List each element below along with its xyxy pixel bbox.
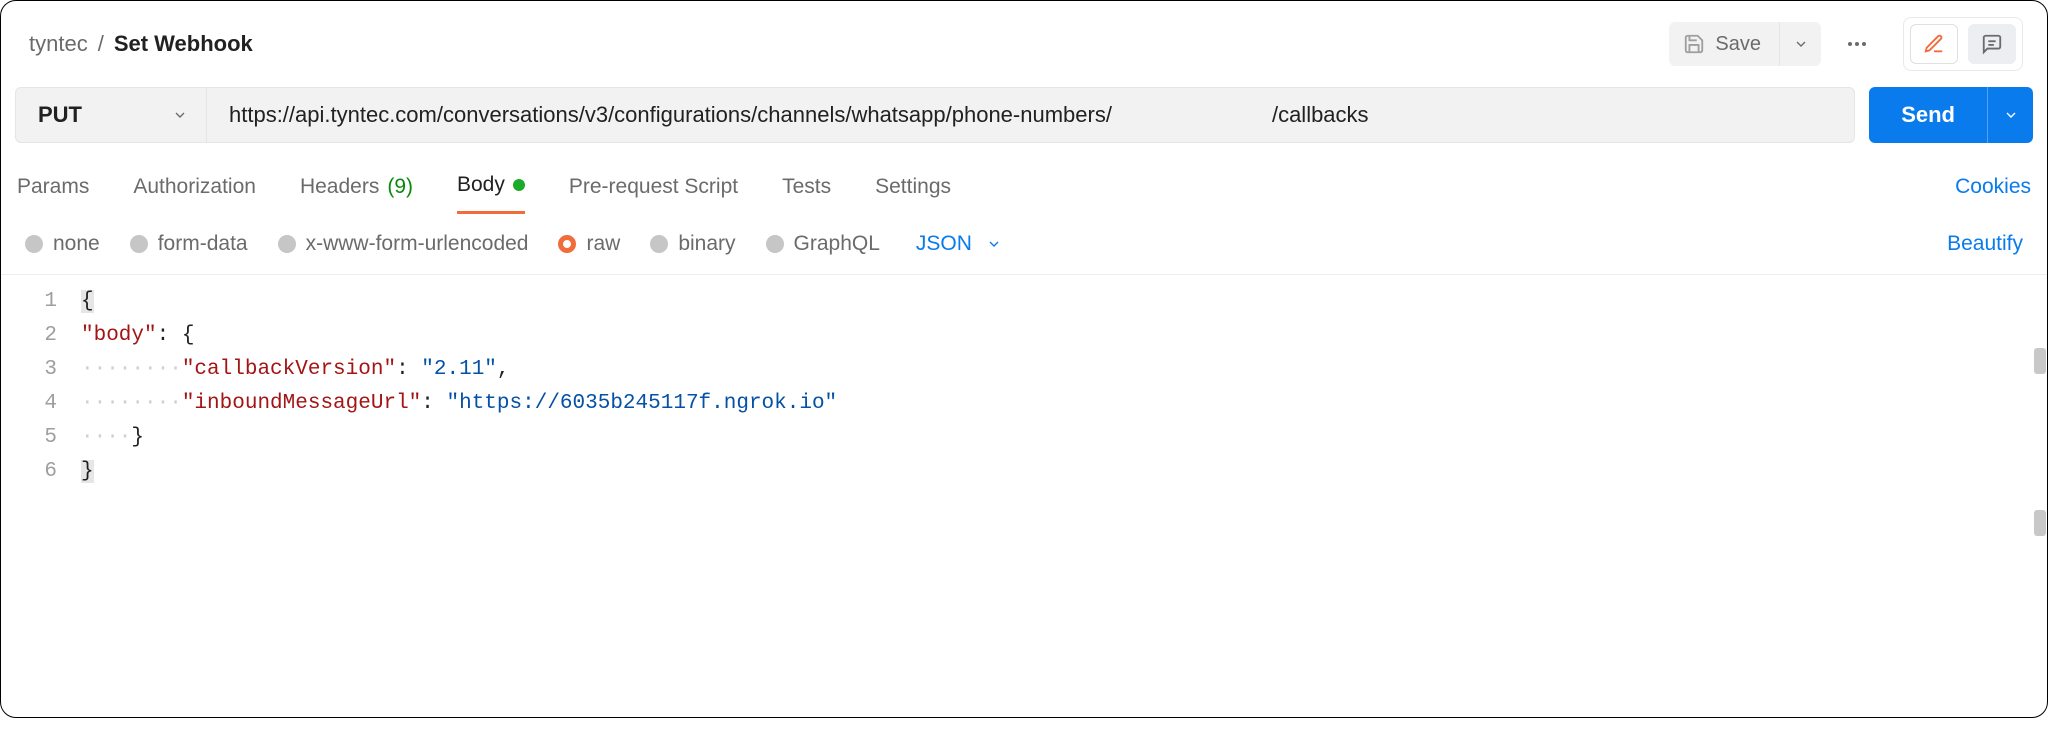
code-token: "https://6035b245117f.ngrok.io" bbox=[447, 392, 838, 415]
radio-icon bbox=[278, 235, 296, 253]
dots-horizontal-icon bbox=[1845, 32, 1869, 56]
scrollbar-thumb[interactable] bbox=[2034, 510, 2046, 536]
tab-authorization[interactable]: Authorization bbox=[133, 175, 256, 213]
editor-scrollbar[interactable] bbox=[2034, 330, 2046, 730]
url-part-right: /callbacks bbox=[1272, 102, 1369, 128]
radio-icon bbox=[130, 235, 148, 253]
code-token: { bbox=[81, 290, 94, 313]
tab-settings[interactable]: Settings bbox=[875, 175, 951, 213]
radio-icon bbox=[558, 235, 576, 253]
comment-icon bbox=[1981, 33, 2003, 55]
url-part-left: https://api.tyntec.com/conversations/v3/… bbox=[229, 102, 1112, 128]
line-number: 5 bbox=[1, 421, 57, 455]
line-number: 2 bbox=[1, 319, 57, 353]
line-number: 4 bbox=[1, 387, 57, 421]
code-token: "inboundMessageUrl" bbox=[182, 392, 421, 415]
scrollbar-thumb[interactable] bbox=[2034, 348, 2046, 374]
code-token: , bbox=[497, 358, 510, 381]
save-dropdown[interactable] bbox=[1779, 22, 1821, 66]
code-token: : bbox=[396, 358, 421, 381]
code-token: } bbox=[131, 426, 144, 449]
body-type-binary[interactable]: binary bbox=[650, 232, 735, 256]
body-type-label: none bbox=[53, 232, 100, 256]
pencil-icon bbox=[1923, 33, 1945, 55]
send-dropdown[interactable] bbox=[1987, 87, 2033, 143]
body-type-label: form-data bbox=[158, 232, 248, 256]
tab-prerequest[interactable]: Pre-request Script bbox=[569, 175, 738, 213]
body-type-none[interactable]: none bbox=[25, 232, 100, 256]
http-method-select[interactable]: PUT bbox=[16, 88, 207, 142]
indent-guide: ········ bbox=[81, 392, 182, 415]
body-type-label: binary bbox=[678, 232, 735, 256]
breadcrumb-current[interactable]: Set Webhook bbox=[114, 31, 253, 57]
save-button[interactable]: Save bbox=[1669, 22, 1779, 66]
body-format-select[interactable]: JSON bbox=[916, 232, 1002, 256]
line-number: 3 bbox=[1, 353, 57, 387]
comment-button[interactable] bbox=[1968, 24, 2016, 64]
tab-body[interactable]: Body bbox=[457, 173, 525, 214]
body-type-label: GraphQL bbox=[794, 232, 880, 256]
line-gutter: 1 2 3 4 5 6 bbox=[1, 285, 81, 489]
more-actions-button[interactable] bbox=[1835, 22, 1879, 66]
breadcrumb: tyntec / Set Webhook bbox=[29, 31, 253, 57]
radio-icon bbox=[766, 235, 784, 253]
tab-headers[interactable]: Headers (9) bbox=[300, 175, 413, 213]
code-token: "callbackVersion" bbox=[182, 358, 396, 381]
chevron-down-icon bbox=[986, 236, 1002, 252]
body-type-urlencoded[interactable]: x-www-form-urlencoded bbox=[278, 232, 529, 256]
edit-button[interactable] bbox=[1910, 24, 1958, 64]
radio-icon bbox=[25, 235, 43, 253]
beautify-button[interactable]: Beautify bbox=[1947, 232, 2023, 256]
code-content[interactable]: { "body": { ········"callbackVersion": "2.… bbox=[81, 285, 2047, 489]
code-token: : bbox=[421, 392, 446, 415]
headers-count: (9) bbox=[387, 175, 413, 199]
breadcrumb-workspace[interactable]: tyntec bbox=[29, 31, 88, 57]
body-type-formdata[interactable]: form-data bbox=[130, 232, 248, 256]
code-token: "2.11" bbox=[421, 358, 497, 381]
cookies-link[interactable]: Cookies bbox=[1955, 175, 2031, 213]
body-format-value: JSON bbox=[916, 232, 972, 256]
tab-tests[interactable]: Tests bbox=[782, 175, 831, 213]
url-input[interactable]: https://api.tyntec.com/conversations/v3/… bbox=[207, 88, 1854, 142]
indent-guide: ········ bbox=[81, 358, 182, 381]
body-modified-indicator bbox=[513, 179, 525, 191]
save-label: Save bbox=[1715, 33, 1761, 56]
tab-headers-label: Headers bbox=[300, 175, 379, 199]
body-type-raw[interactable]: raw bbox=[558, 232, 620, 256]
radio-icon bbox=[650, 235, 668, 253]
line-number: 1 bbox=[1, 285, 57, 319]
code-token: "body" bbox=[81, 324, 157, 347]
code-token: : { bbox=[157, 324, 195, 347]
indent-guide: ···· bbox=[81, 426, 131, 449]
chevron-down-icon bbox=[2003, 107, 2019, 123]
line-number: 6 bbox=[1, 455, 57, 489]
body-type-label: raw bbox=[586, 232, 620, 256]
tab-body-label: Body bbox=[457, 173, 505, 197]
save-icon bbox=[1683, 33, 1705, 55]
breadcrumb-sep: / bbox=[98, 31, 104, 57]
chevron-down-icon bbox=[1793, 36, 1809, 52]
send-button[interactable]: Send bbox=[1869, 87, 1987, 143]
body-type-graphql[interactable]: GraphQL bbox=[766, 232, 880, 256]
code-token: } bbox=[81, 460, 94, 483]
tab-params[interactable]: Params bbox=[17, 175, 89, 213]
body-type-label: x-www-form-urlencoded bbox=[306, 232, 529, 256]
http-method-value: PUT bbox=[38, 102, 82, 128]
chevron-down-icon bbox=[172, 107, 188, 123]
body-editor[interactable]: 1 2 3 4 5 6 { "body": { ········"callbackV… bbox=[1, 275, 2047, 489]
